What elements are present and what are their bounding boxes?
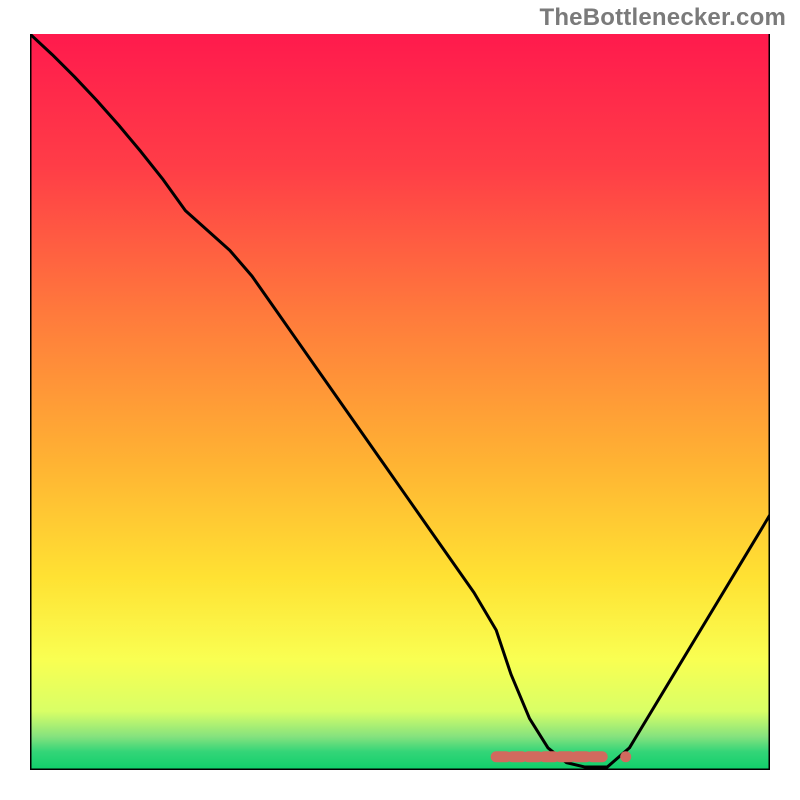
attribution-text: TheBottlenecker.com (539, 4, 786, 32)
chart-svg (30, 34, 770, 770)
marker-dot (620, 751, 631, 762)
plot-area (30, 34, 770, 770)
gradient-background (30, 34, 770, 770)
chart-container: TheBottlenecker.com (0, 0, 800, 800)
